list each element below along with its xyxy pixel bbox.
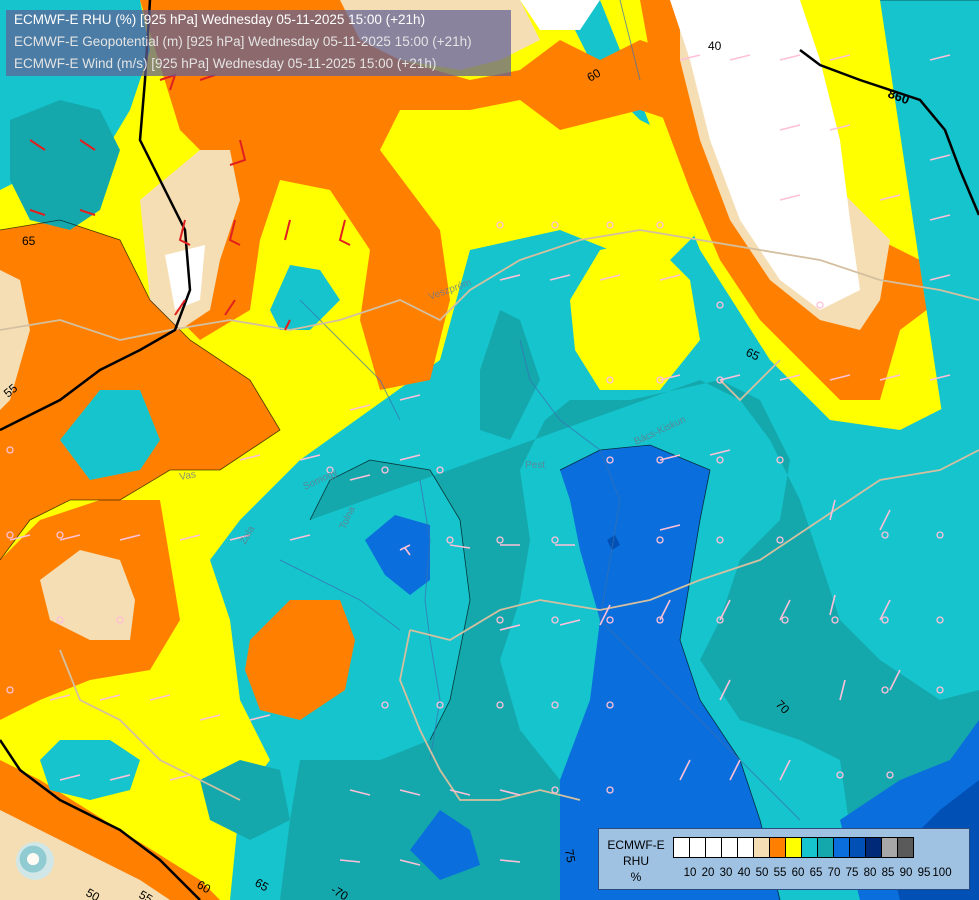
- legend-tick-label: 40: [737, 867, 751, 879]
- legend-swatch: [865, 837, 882, 858]
- place-label-pest: Pest: [525, 460, 545, 471]
- legend-swatch: [721, 837, 738, 858]
- legend-swatch: [689, 837, 706, 858]
- legend-tick-label: 20: [701, 867, 715, 879]
- legend-ticks: 10 20 30 40 50 55 60 65 70 75 80 85 90 95 100: [673, 867, 973, 881]
- legend-swatch: [769, 837, 786, 858]
- map-title-box: ECMWF-E RHU (%) [925 hPa] Wednesday 05-1…: [6, 10, 511, 76]
- legend-tick-label: 70: [827, 867, 841, 879]
- title-wind: ECMWF-E Wind (m/s) [925 hPa] Wednesday 0…: [14, 56, 437, 71]
- contour-label-65-nw: 65: [22, 234, 36, 248]
- legend-tick-label: 55: [773, 867, 787, 879]
- legend-swatch: [801, 837, 818, 858]
- legend-tick-label: 90: [899, 867, 913, 879]
- legend-swatch: [785, 837, 802, 858]
- weather-map: 65 55 60 40 65 70 75 50 55 60 65 -70 860…: [0, 0, 979, 900]
- title-rhu: ECMWF-E RHU (%) [925 hPa] Wednesday 05-1…: [14, 12, 426, 27]
- contour-label-75-s: 75: [562, 848, 578, 864]
- legend-title: ECMWF-E RHU %: [603, 837, 669, 885]
- legend-swatch: [753, 837, 770, 858]
- legend-swatches: [673, 837, 914, 858]
- legend-tick-label: 95: [917, 867, 931, 879]
- legend-tick-label: 85: [881, 867, 895, 879]
- legend-swatch: [737, 837, 754, 858]
- legend-title-model: ECMWF-E: [607, 838, 665, 852]
- legend-tick-label: 30: [719, 867, 733, 879]
- legend-title-variable: RHU: [623, 854, 649, 868]
- legend-tick-label: 10: [683, 867, 697, 879]
- legend-swatch: [849, 837, 866, 858]
- legend-tick-label: 60: [791, 867, 805, 879]
- legend-tick-label: 50: [755, 867, 769, 879]
- legend-swatch: [897, 837, 914, 858]
- legend-title-unit: %: [630, 870, 642, 884]
- legend-tick-label: 80: [863, 867, 877, 879]
- legend-tick-label: 75: [845, 867, 859, 879]
- legend-swatch: [833, 837, 850, 858]
- legend-swatch: [673, 837, 690, 858]
- legend-swatch: [705, 837, 722, 858]
- legend-tick-label: 65: [809, 867, 823, 879]
- title-geopotential: ECMWF-E Geopotential (m) [925 hPa] Wedne…: [14, 34, 472, 49]
- legend-swatch: [881, 837, 898, 858]
- color-legend: ECMWF-E RHU % 10 20 30 40 50 55 60 65 70 75 80 85 90…: [598, 828, 970, 890]
- contour-label-40-ne: 40: [708, 39, 722, 53]
- ecmwf-logo-icon: [16, 842, 54, 880]
- legend-tick-label: 100: [932, 867, 952, 879]
- legend-swatch: [817, 837, 834, 858]
